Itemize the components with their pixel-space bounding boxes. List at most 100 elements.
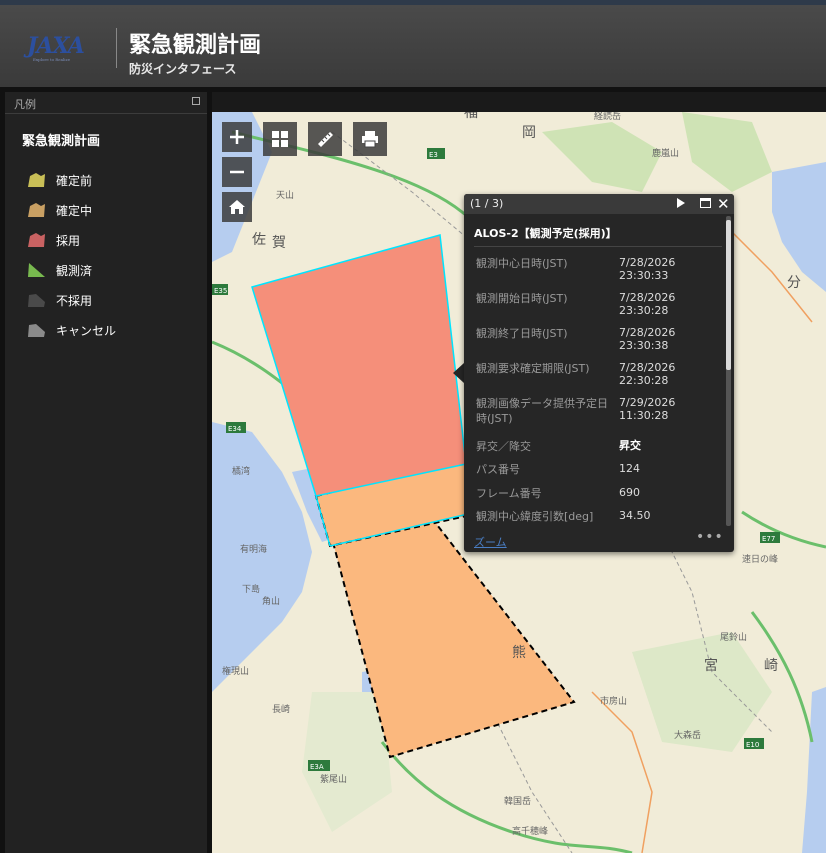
legend-swatch-icon xyxy=(28,263,45,277)
legend-swatch-icon xyxy=(28,173,45,187)
feature-info-popup: (1 / 3) ✕ ALOS-2【観測予定(採用)】 観測中心日時(JST) 7… xyxy=(464,194,734,552)
print-icon xyxy=(362,131,378,148)
attribute-value: 7/28/2026 22:30:28 xyxy=(619,361,676,387)
map-label: 速日の峰 xyxy=(742,554,778,565)
more-options-icon[interactable]: ••• xyxy=(696,529,724,545)
grid-icon xyxy=(272,131,288,147)
terrain-area xyxy=(542,122,662,192)
legend-panel-title: 凡例 xyxy=(14,98,36,111)
legend-swatch-shape xyxy=(28,173,45,187)
map-label: 鹿嵐山 xyxy=(652,147,679,159)
popup-scrollbar[interactable] xyxy=(726,216,731,526)
legend-collapse-icon[interactable] xyxy=(192,97,200,105)
legend-swatch-icon xyxy=(28,324,45,337)
home-icon xyxy=(229,200,245,214)
popup-attributes: 観測中心日時(JST) 7/28/2026 23:30:33 観測開始日時(JS… xyxy=(464,252,726,526)
map-label: 下島 xyxy=(242,583,260,595)
attribute-key: 観測画像データ提供予定日時(JST) xyxy=(476,397,608,425)
map-label: 佐 xyxy=(252,232,266,248)
minus-icon xyxy=(230,170,244,174)
scrollbar-thumb[interactable] xyxy=(726,220,731,370)
attribute-key: 観測終了日時(JST) xyxy=(476,327,568,340)
print-button[interactable] xyxy=(353,122,387,156)
map-label: 高千穂峰 xyxy=(512,825,548,837)
legend-item-label: 確定前 xyxy=(56,173,93,188)
attribute-value: 昇交 xyxy=(619,439,641,452)
attribute-key: パス番号 xyxy=(476,463,520,476)
sea-area xyxy=(212,422,312,692)
legend-item: 確定前 xyxy=(26,165,116,195)
attribute-value: 7/28/2026 23:30:33 xyxy=(619,256,676,282)
attribute-value: 34.50 xyxy=(619,509,651,522)
zoom-out-button[interactable] xyxy=(222,157,252,187)
legend-item: 不採用 xyxy=(26,285,116,315)
legend-list: 確定前 確定中 採用 観測済 不採用 キャンセル xyxy=(26,165,116,345)
legend-panel: 凡例 緊急観測計画 確定前 確定中 採用 観測済 不採用 キャンセル xyxy=(5,92,207,853)
route-label: E77 xyxy=(762,535,775,543)
route-label: E35 xyxy=(214,287,227,295)
legend-item-label: 確定中 xyxy=(56,203,93,218)
attribute-value: 7/29/2026 11:30:28 xyxy=(619,396,676,422)
map-topbar xyxy=(212,92,826,112)
zoom-link[interactable]: ズーム xyxy=(474,534,507,550)
attribute-key: 観測中心緯度引数[deg] xyxy=(476,510,594,523)
legend-item: 採用 xyxy=(26,225,116,255)
close-icon[interactable]: ✕ xyxy=(717,194,730,214)
legend-swatch-icon xyxy=(28,203,45,217)
map-label: 崎 xyxy=(764,658,778,674)
measure-button[interactable] xyxy=(308,122,342,156)
app-subtitle: 防災インタフェース xyxy=(129,62,237,76)
home-button[interactable] xyxy=(222,192,252,222)
terrain-area xyxy=(632,632,772,752)
map-label: 岡 xyxy=(522,125,536,141)
attribute-key: 昇交／降交 xyxy=(476,440,531,453)
maximize-icon[interactable] xyxy=(700,198,711,208)
legend-swatch-shape xyxy=(28,263,45,277)
popup-divider xyxy=(474,246,722,247)
basemap-button[interactable] xyxy=(263,122,297,156)
attribute-value: 124 xyxy=(619,462,640,475)
legend-swatch-shape xyxy=(28,233,45,247)
legend-swatch-icon xyxy=(28,294,45,307)
map-label: 尾鈴山 xyxy=(720,631,747,643)
legend-swatch-shape xyxy=(28,294,45,307)
popup-counter: (1 / 3) xyxy=(470,197,504,210)
terrain-area xyxy=(682,112,772,192)
plus-icon xyxy=(230,130,244,144)
map-label: 宮 xyxy=(704,658,718,674)
sea-area xyxy=(772,162,826,292)
legend-item: 観測済 xyxy=(26,255,116,285)
app-header: JAXA Explore to Realize 緊急観測計画 防災インタフェース xyxy=(0,5,826,87)
map-label: 天山 xyxy=(276,190,294,201)
logo-tagline: Explore to Realize xyxy=(33,57,71,62)
map-label: 市房山 xyxy=(600,695,627,707)
footprint-adopted-selected[interactable] xyxy=(251,234,467,497)
app-title: 緊急観測計画 xyxy=(129,33,262,58)
attribute-key: 観測中心日時(JST) xyxy=(476,257,568,270)
route-label: E3 xyxy=(429,151,438,159)
popup-title: ALOS-2【観測予定(採用)】 xyxy=(474,227,617,240)
header-divider xyxy=(116,28,117,68)
legend-item-label: 観測済 xyxy=(56,263,93,278)
map-label: 韓国岳 xyxy=(504,795,531,807)
route-label: E3A xyxy=(310,763,324,771)
attribute-value: 7/28/2026 23:30:28 xyxy=(619,291,676,317)
attribute-key: 観測要求確定期限(JST) xyxy=(476,362,590,375)
map-label: 有明海 xyxy=(240,543,267,555)
next-feature-icon[interactable] xyxy=(677,198,685,208)
jaxa-logo: JAXA Explore to Realize xyxy=(27,33,91,65)
map-label: 分 xyxy=(787,275,801,291)
legend-item-label: 採用 xyxy=(56,233,81,248)
expressway-road xyxy=(741,510,826,549)
legend-swatch-shape xyxy=(28,324,45,337)
zoom-in-button[interactable] xyxy=(222,122,252,152)
map-label: 長崎 xyxy=(272,703,290,715)
national-road xyxy=(591,691,653,853)
map-label: 紫尾山 xyxy=(320,774,347,785)
legend-item-label: キャンセル xyxy=(56,323,117,338)
logo-text: JAXA xyxy=(27,33,85,59)
attribute-key: フレーム番号 xyxy=(476,487,542,500)
map-label: 橘湾 xyxy=(232,465,250,477)
legend-item: キャンセル xyxy=(26,315,116,345)
attribute-key: 観測開始日時(JST) xyxy=(476,292,568,305)
